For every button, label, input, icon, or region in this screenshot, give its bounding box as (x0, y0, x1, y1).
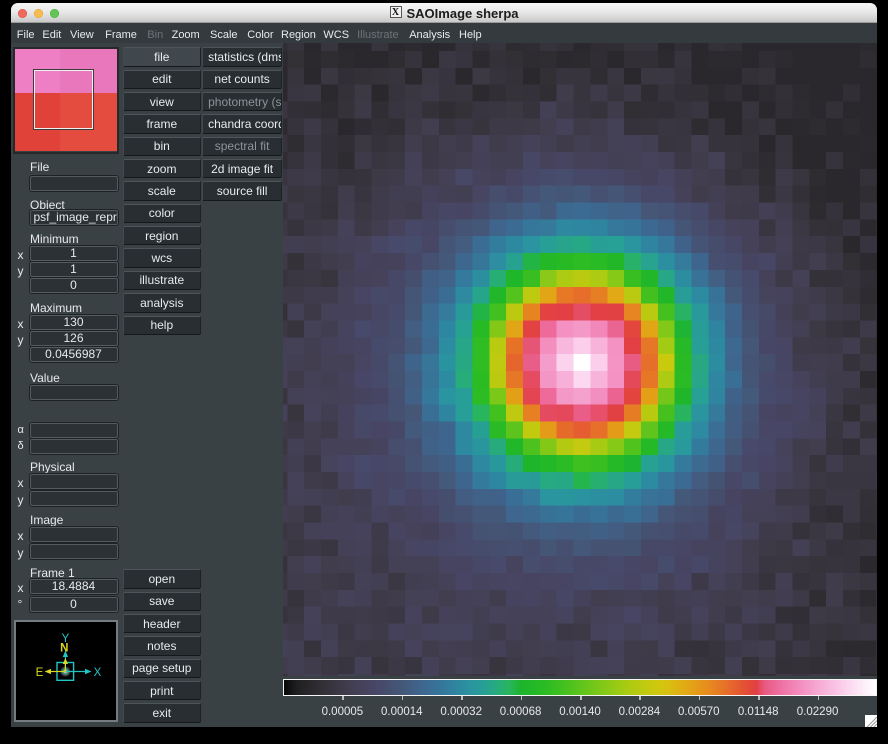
svg-text:X: X (94, 667, 102, 679)
svg-text:N: N (60, 643, 68, 655)
svg-text:E: E (36, 667, 44, 679)
